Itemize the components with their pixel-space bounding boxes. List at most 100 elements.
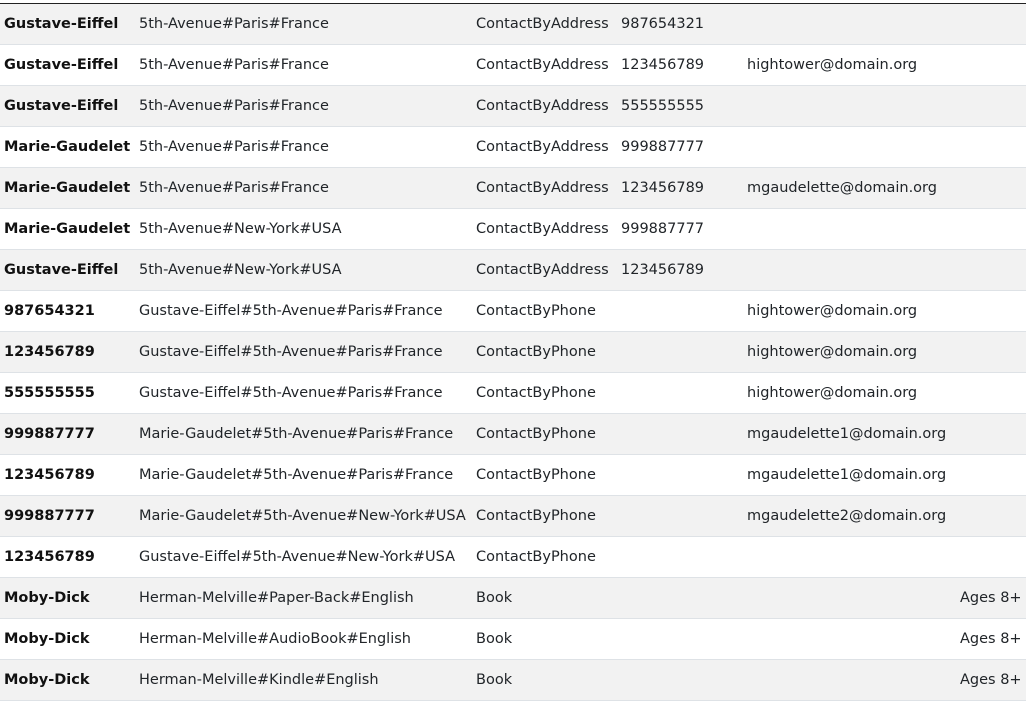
table-row: Gustave-Eiffel 5th-Avenue#New-York#USA Con… (0, 249, 1026, 291)
row-value-cell: Gustave-Eiffel#5th-Avenue#New-York#USA (139, 549, 456, 565)
row-extra-cell (960, 496, 1026, 537)
table-row: Marie-Gaudelet 5th-Avenue#Paris#France Con… (0, 167, 1026, 209)
row-value-cell: Gustave-Eiffel#5th-Avenue#Paris#France (139, 344, 443, 360)
row-key-cell: Gustave-Eiffel (4, 262, 119, 278)
row-key-cell: 123456789 (4, 344, 95, 360)
row-value-cell: 5th-Avenue#New-York#USA (139, 221, 342, 237)
row-type-cell: ContactByPhone (476, 508, 596, 524)
row-extra-cell (960, 4, 1026, 45)
row-extra-cell: Ages 8+ (960, 631, 1022, 647)
row-extra-cell (960, 209, 1026, 250)
row-key-cell: Marie-Gaudelet (4, 180, 131, 196)
table-row: Moby-Dick Herman-Melville#Kindle#English B… (0, 659, 1026, 701)
table-row: 999887777 Marie-Gaudelet#5th-Avenue#New-Y… (0, 495, 1026, 537)
row-extra-cell (960, 537, 1026, 578)
table-row: Gustave-Eiffel 5th-Avenue#Paris#France Con… (0, 3, 1026, 45)
row-phone-cell: 555555555 (621, 98, 705, 114)
table-row: Moby-Dick Herman-Melville#AudioBook#Engli… (0, 618, 1026, 660)
row-extra-cell: Ages 8+ (960, 590, 1022, 606)
row-key-cell: Marie-Gaudelet (4, 139, 131, 155)
table-row: 555555555 Gustave-Eiffel#5th-Avenue#Paris… (0, 372, 1026, 414)
table-row: 123456789 Marie-Gaudelet#5th-Avenue#Paris… (0, 454, 1026, 496)
table-row: Gustave-Eiffel 5th-Avenue#Paris#France Con… (0, 85, 1026, 127)
row-phone-cell: 123456789 (621, 57, 705, 73)
row-key-cell: 123456789 (4, 549, 95, 565)
row-type-cell: Book (476, 672, 513, 688)
row-email-cell (742, 619, 960, 660)
row-phone-cell (616, 660, 742, 701)
row-key-cell: Marie-Gaudelet (4, 221, 131, 237)
row-value-cell: Gustave-Eiffel#5th-Avenue#Paris#France (139, 303, 443, 319)
row-extra-cell (960, 127, 1026, 168)
row-phone-cell (616, 496, 742, 537)
data-table-container: Gustave-Eiffel 5th-Avenue#Paris#France Con… (0, 3, 1027, 706)
row-value-cell: Herman-Melville#AudioBook#English (139, 631, 411, 647)
row-key-cell: 987654321 (4, 303, 95, 319)
row-key-cell: Moby-Dick (4, 672, 90, 688)
data-table: Gustave-Eiffel 5th-Avenue#Paris#France Con… (0, 3, 1026, 701)
row-email-cell: mgaudelette1@domain.org (747, 467, 947, 483)
row-phone-cell: 999887777 (621, 139, 705, 155)
row-value-cell: Gustave-Eiffel#5th-Avenue#Paris#France (139, 385, 443, 401)
row-key-cell: 123456789 (4, 467, 95, 483)
row-email-cell (742, 127, 960, 168)
row-phone-cell: 123456789 (621, 180, 705, 196)
table-row: Marie-Gaudelet 5th-Avenue#Paris#France Con… (0, 126, 1026, 168)
row-email-cell: mgaudelette2@domain.org (747, 508, 947, 524)
row-key-cell: 555555555 (4, 385, 95, 401)
row-email-cell (742, 86, 960, 127)
row-email-cell (742, 537, 960, 578)
row-email-cell (742, 578, 960, 619)
row-type-cell: ContactByAddress (476, 98, 609, 114)
row-key-cell: Gustave-Eiffel (4, 16, 119, 32)
row-extra-cell: Ages 8+ (960, 672, 1022, 688)
row-extra-cell (960, 414, 1026, 455)
table-row: Marie-Gaudelet 5th-Avenue#New-York#USA Con… (0, 208, 1026, 250)
table-body: Gustave-Eiffel 5th-Avenue#Paris#France Con… (0, 3, 1026, 701)
table-row: 123456789 Gustave-Eiffel#5th-Avenue#Paris… (0, 331, 1026, 373)
row-key-cell: 999887777 (4, 508, 95, 524)
row-type-cell: ContactByAddress (476, 139, 609, 155)
row-type-cell: ContactByPhone (476, 467, 596, 483)
row-key-cell: Gustave-Eiffel (4, 98, 119, 114)
row-value-cell: Herman-Melville#Paper-Back#English (139, 590, 414, 606)
row-value-cell: 5th-Avenue#Paris#France (139, 98, 329, 114)
row-value-cell: 5th-Avenue#Paris#France (139, 180, 329, 196)
table-row: 999887777 Marie-Gaudelet#5th-Avenue#Paris… (0, 413, 1026, 455)
row-extra-cell (960, 373, 1026, 414)
row-phone-cell (616, 291, 742, 332)
table-row: Moby-Dick Herman-Melville#Paper-Back#Engl… (0, 577, 1026, 619)
row-type-cell: ContactByPhone (476, 303, 596, 319)
row-email-cell: mgaudelette@domain.org (747, 180, 937, 196)
row-extra-cell (960, 455, 1026, 496)
row-type-cell: ContactByAddress (476, 16, 609, 32)
row-type-cell: ContactByAddress (476, 262, 609, 278)
row-phone-cell (616, 373, 742, 414)
row-type-cell: ContactByAddress (476, 180, 609, 196)
row-value-cell: 5th-Avenue#Paris#France (139, 16, 329, 32)
row-value-cell: 5th-Avenue#Paris#France (139, 57, 329, 73)
row-type-cell: ContactByPhone (476, 426, 596, 442)
row-email-cell (742, 209, 960, 250)
row-value-cell: Marie-Gaudelet#5th-Avenue#Paris#France (139, 467, 454, 483)
row-type-cell: ContactByAddress (476, 221, 609, 237)
row-extra-cell (960, 332, 1026, 373)
row-key-cell: Moby-Dick (4, 631, 90, 647)
row-phone-cell: 987654321 (621, 16, 705, 32)
table-row: Gustave-Eiffel 5th-Avenue#Paris#France Con… (0, 44, 1026, 86)
row-type-cell: Book (476, 590, 513, 606)
row-phone-cell (616, 619, 742, 660)
row-type-cell: Book (476, 631, 513, 647)
row-type-cell: ContactByAddress (476, 57, 609, 73)
row-email-cell: hightower@domain.org (747, 57, 918, 73)
row-extra-cell (960, 291, 1026, 332)
row-value-cell: 5th-Avenue#Paris#France (139, 139, 329, 155)
row-phone-cell (616, 537, 742, 578)
row-value-cell: Marie-Gaudelet#5th-Avenue#New-York#USA (139, 508, 466, 524)
row-email-cell (742, 660, 960, 701)
table-row: 987654321 Gustave-Eiffel#5th-Avenue#Paris… (0, 290, 1026, 332)
row-email-cell: hightower@domain.org (747, 344, 918, 360)
table-row: 123456789 Gustave-Eiffel#5th-Avenue#New-Y… (0, 536, 1026, 578)
row-key-cell: Moby-Dick (4, 590, 90, 606)
row-key-cell: Gustave-Eiffel (4, 57, 119, 73)
